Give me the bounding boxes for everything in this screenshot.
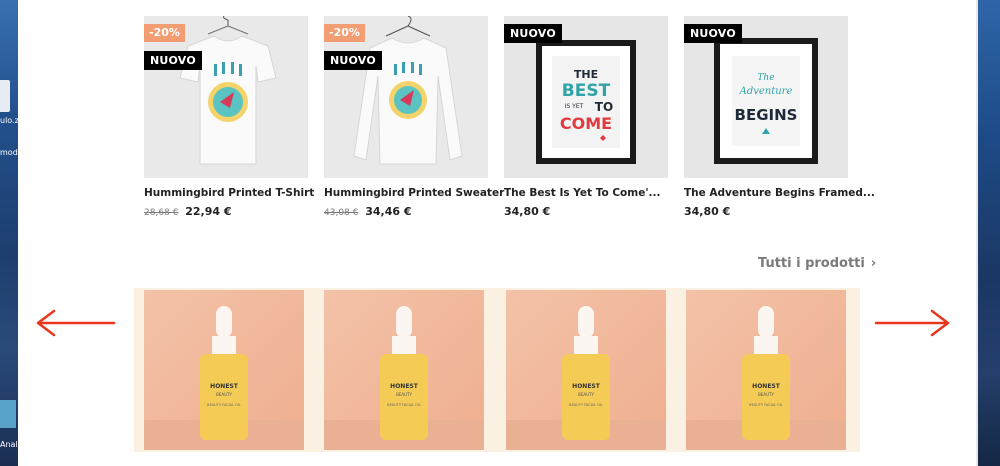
- product-price: 28,68 € 22,94 €: [144, 205, 231, 218]
- serum-bottle-image: HONEST BEAUTY BEAUTY FACIAL OIL: [686, 290, 846, 450]
- bottle-brand: HONEST: [390, 383, 419, 390]
- current-price: 34,80 €: [504, 205, 551, 218]
- current-price: 34,80 €: [684, 205, 731, 218]
- all-products-link[interactable]: Tutti i prodotti ›: [758, 256, 876, 271]
- desktop-icon-label: mod: [0, 148, 18, 157]
- product-price: 43,08 € 34,46 €: [324, 205, 411, 218]
- old-price: 28,68 €: [144, 208, 179, 218]
- serum-bottle-image: HONEST BEAUTY BEAUTY FACIAL OIL: [144, 290, 304, 450]
- poster-text: BEGINS: [735, 106, 798, 124]
- product-name[interactable]: Hummingbird Printed T-Shirt: [144, 187, 334, 199]
- poster-text: The: [757, 73, 774, 83]
- poster-text: THE: [574, 68, 598, 81]
- banner-slide: HONEST BEAUTY BEAUTY FACIAL OIL: [506, 290, 666, 450]
- bottle-sub: BEAUTY: [758, 392, 774, 397]
- bottle-sub: BEAUTY: [396, 392, 412, 397]
- poster-text: TO: [595, 100, 613, 114]
- bottle-brand: HONEST: [752, 383, 781, 390]
- bottle-label: BEAUTY FACIAL OIL: [207, 403, 241, 407]
- poster-text: Adventure: [739, 86, 793, 97]
- serum-bottle-image: HONEST BEAUTY BEAUTY FACIAL OIL: [324, 290, 484, 450]
- banner-slide: HONEST BEAUTY BEAUTY FACIAL OIL: [324, 290, 484, 450]
- arrow-right-icon[interactable]: [874, 308, 954, 338]
- bottle-sub: BEAUTY: [578, 392, 594, 397]
- desktop-left-edge: ulo.z mod Anal: [0, 0, 18, 466]
- new-badge: NUOVO: [684, 24, 742, 43]
- bottle-label: BEAUTY FACIAL OIL: [569, 403, 603, 407]
- browser-page: -20% NUOVO Hummingbird Printed T-Shirt 2…: [18, 0, 978, 466]
- discount-badge: -20%: [324, 24, 365, 42]
- product-name[interactable]: Hummingbird Printed Sweater: [324, 187, 514, 199]
- discount-badge: -20%: [144, 24, 185, 42]
- bottle-sub: BEAUTY: [216, 392, 232, 397]
- serum-bottle-image: HONEST BEAUTY BEAUTY FACIAL OIL: [506, 290, 666, 450]
- product-name[interactable]: The Adventure Begins Framed...: [684, 187, 875, 199]
- bottle-brand: HONEST: [210, 383, 239, 390]
- desktop-app-icon[interactable]: [0, 400, 16, 428]
- arrow-left-icon[interactable]: [34, 308, 118, 338]
- new-badge: NUOVO: [144, 51, 202, 70]
- chevron-right-icon: ›: [870, 256, 877, 271]
- promo-banner[interactable]: HONEST BEAUTY BEAUTY FACIAL OIL HONEST B…: [134, 288, 860, 452]
- new-badge: NUOVO: [504, 24, 562, 43]
- desktop-right-edge: [978, 0, 1000, 466]
- product-name[interactable]: The Best Is Yet To Come'...: [504, 187, 694, 199]
- bottle-label: BEAUTY FACIAL OIL: [387, 403, 421, 407]
- product-price: 34,80 €: [684, 205, 730, 218]
- desktop-icon-label: Anal: [0, 440, 18, 449]
- page-scrollbar[interactable]: [976, 0, 978, 466]
- desktop-file-icon[interactable]: [0, 80, 10, 112]
- banner-slide: HONEST BEAUTY BEAUTY FACIAL OIL: [144, 290, 304, 450]
- current-price: 22,94 €: [185, 205, 232, 218]
- bottle-label: BEAUTY FACIAL OIL: [749, 403, 783, 407]
- poster-text: IS YET: [565, 103, 584, 110]
- poster-text: COME: [560, 114, 612, 133]
- desktop-icon-label: ulo.z: [0, 116, 18, 125]
- new-badge: NUOVO: [324, 51, 382, 70]
- product-price: 34,80 €: [504, 205, 550, 218]
- current-price: 34,46 €: [365, 205, 412, 218]
- all-products-label: Tutti i prodotti: [758, 256, 865, 271]
- poster-text: BEST: [562, 81, 611, 101]
- old-price: 43,08 €: [324, 208, 359, 218]
- bottle-brand: HONEST: [572, 383, 601, 390]
- banner-slide: HONEST BEAUTY BEAUTY FACIAL OIL: [686, 290, 846, 450]
